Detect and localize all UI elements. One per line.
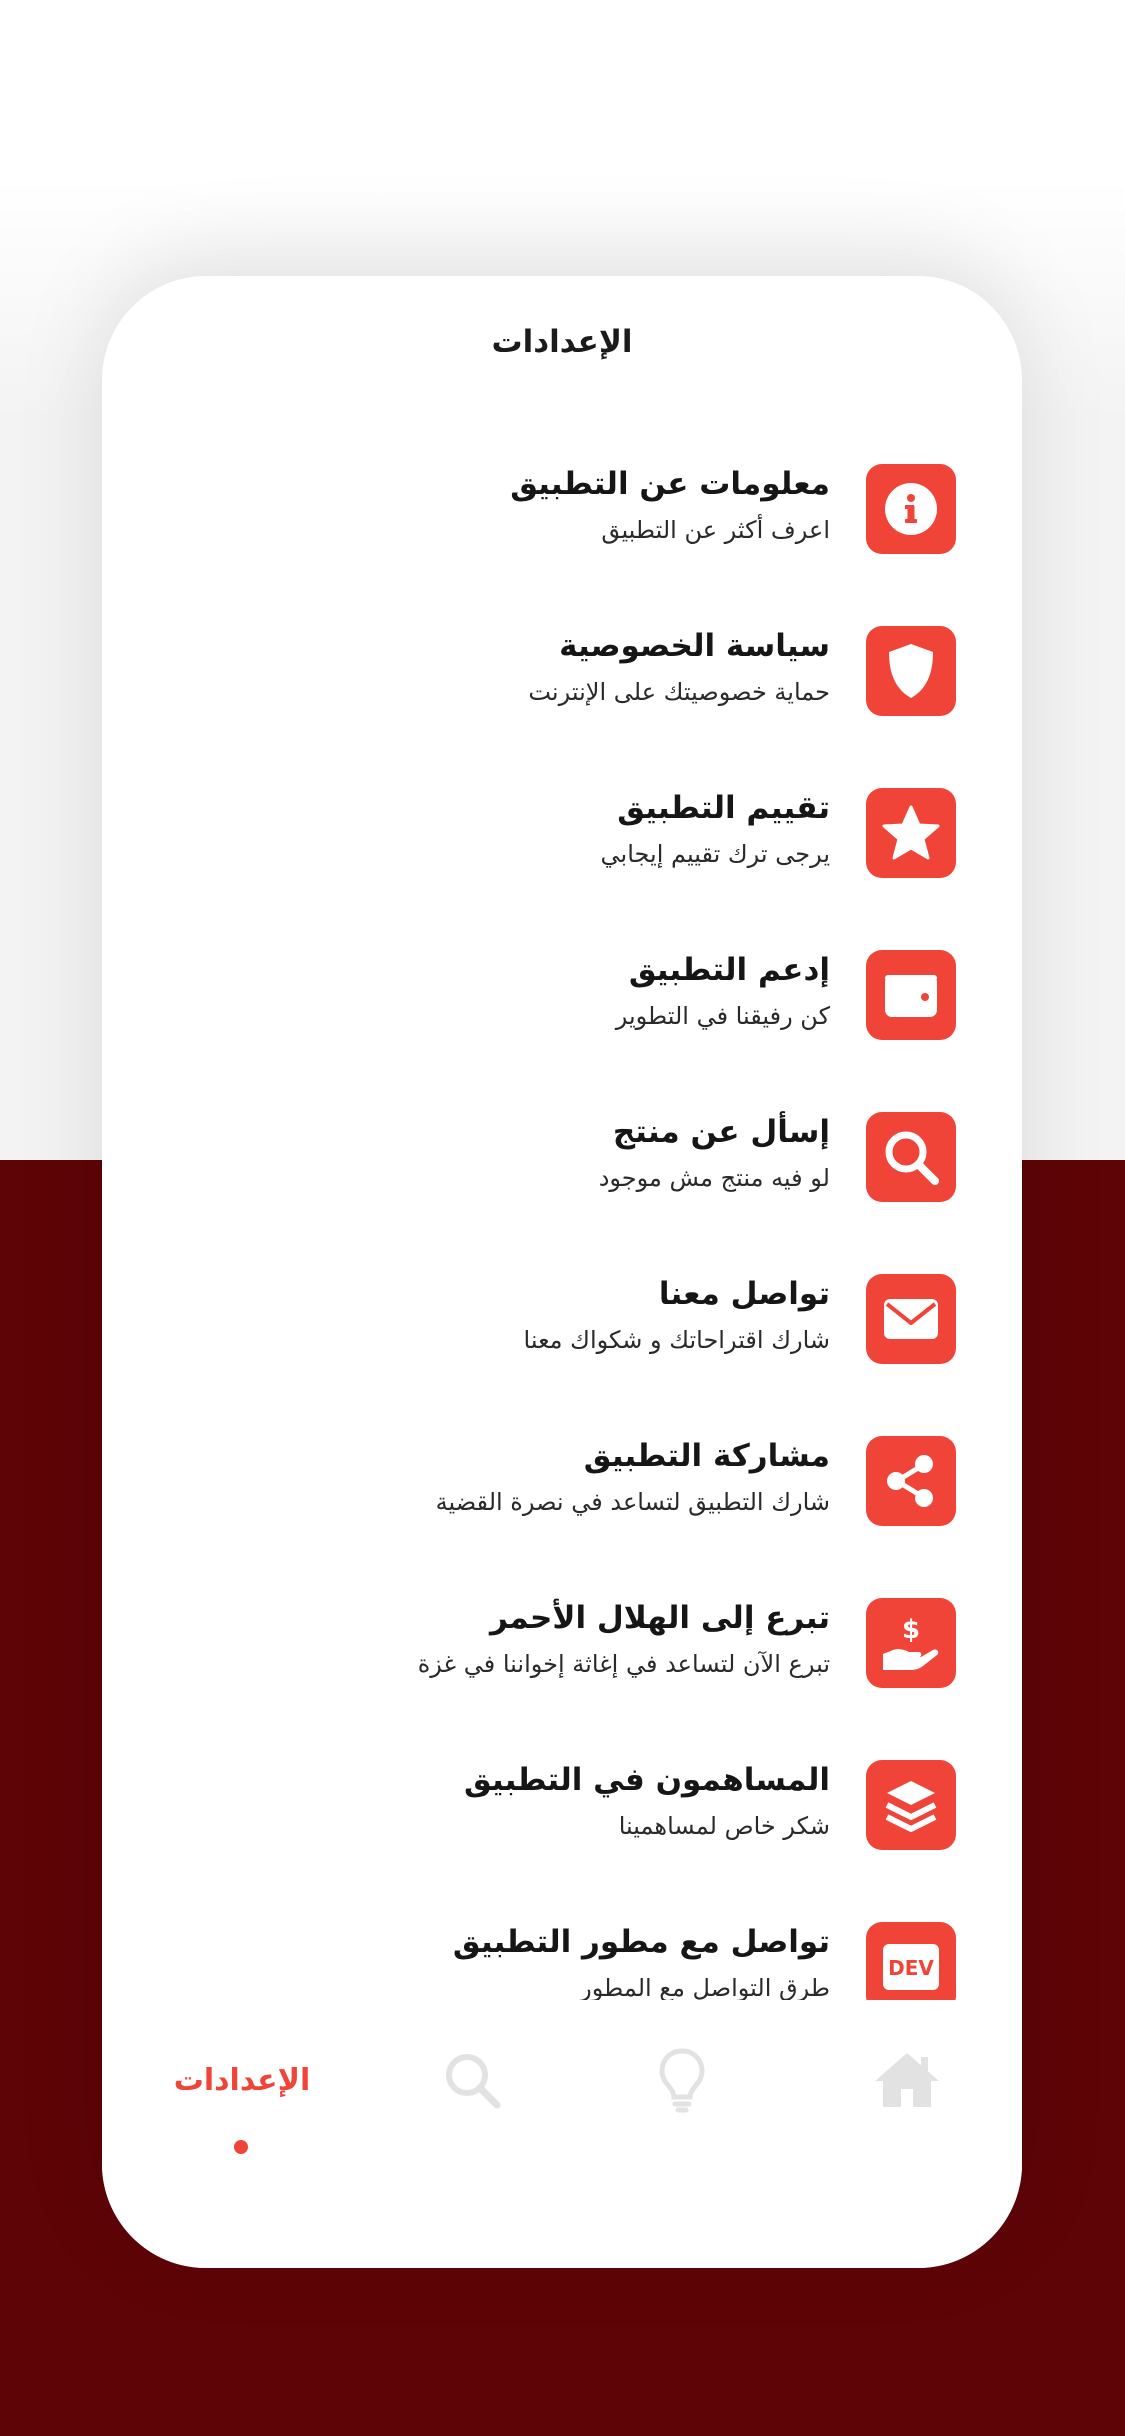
info-icon <box>866 464 956 554</box>
svg-text:$: $ <box>902 1615 920 1645</box>
settings-item-share[interactable]: مشاركة التطبيق شارك التطبيق لتساعد في نص… <box>102 1436 1022 1596</box>
settings-item-subtitle: لو فيه منتج مش موجود <box>598 1164 830 1192</box>
settings-item-subtitle: كن رفيقنا في التطوير <box>615 1002 830 1030</box>
settings-item-privacy[interactable]: سياسة الخصوصية حماية خصوصيتك على الإنترن… <box>102 626 1022 786</box>
share-icon <box>866 1436 956 1526</box>
tab-settings[interactable]: الإعدادات <box>172 2000 312 2160</box>
settings-item-title: المساهمون في التطبيق <box>463 1762 830 1798</box>
settings-item-ask-product[interactable]: إسأل عن منتج لو فيه منتج مش موجود <box>102 1112 1022 1272</box>
settings-item-rate[interactable]: تقييم التطبيق يرجى ترك تقييم إيجابي <box>102 788 1022 948</box>
settings-item-subtitle: شكر خاص لمساهمينا <box>618 1812 830 1840</box>
shield-icon <box>866 626 956 716</box>
active-tab-indicator <box>234 2140 248 2154</box>
settings-item-support[interactable]: إدعم التطبيق كن رفيقنا في التطوير <box>102 950 1022 1110</box>
home-icon <box>875 2053 939 2107</box>
star-icon <box>866 788 956 878</box>
settings-item-developer[interactable]: DEV تواصل مع مطور التطبيق طرق التواصل مع… <box>102 1922 1022 2000</box>
dev-badge-text: DEV <box>888 1956 934 1980</box>
settings-item-subtitle: شارك التطبيق لتساعد في نصرة القضية <box>435 1488 830 1516</box>
settings-item-subtitle: اعرف أكثر عن التطبيق <box>601 516 830 544</box>
page-title: الإعدادات <box>491 324 633 360</box>
settings-item-title: إدعم التطبيق <box>628 952 830 988</box>
settings-item-subtitle: طرق التواصل مع المطور <box>580 1974 830 2000</box>
settings-item-subtitle: حماية خصوصيتك على الإنترنت <box>528 678 830 706</box>
settings-item-title: سياسة الخصوصية <box>559 628 830 664</box>
tab-ideas[interactable] <box>632 2000 732 2160</box>
settings-item-subtitle: تبرع الآن لتساعد في إغاثة إخواننا في غزة <box>417 1650 830 1678</box>
donate-hand-icon: $ <box>866 1598 956 1688</box>
settings-item-contact[interactable]: تواصل معنا شارك اقتراحاتك و شكواك معنا <box>102 1274 1022 1434</box>
search-icon <box>866 1112 956 1202</box>
settings-item-contributors[interactable]: المساهمون في التطبيق شكر خاص لمساهمينا <box>102 1760 1022 1920</box>
phone-screen: الإعدادات معلومات عن التطبيق اعرف أكثر ع… <box>102 276 1022 2268</box>
settings-item-title: تواصل معنا <box>658 1276 830 1312</box>
settings-item-title: مشاركة التطبيق <box>583 1438 830 1474</box>
envelope-icon <box>866 1274 956 1364</box>
layers-icon <box>866 1760 956 1850</box>
tab-settings-label: الإعدادات <box>173 2062 311 2098</box>
bottom-tab-bar: الإعدادات <box>102 2000 1022 2268</box>
settings-item-title: تبرع إلى الهلال الأحمر <box>489 1600 830 1636</box>
dev-badge-icon: DEV <box>866 1922 956 2000</box>
settings-item-title: تواصل مع مطور التطبيق <box>452 1924 830 1960</box>
settings-list[interactable]: الإعدادات معلومات عن التطبيق اعرف أكثر ع… <box>102 276 1022 2000</box>
wallet-icon <box>866 950 956 1040</box>
tab-search[interactable] <box>422 2000 522 2160</box>
settings-item-title: تقييم التطبيق <box>617 790 830 826</box>
settings-item-subtitle: يرجى ترك تقييم إيجابي <box>600 840 830 868</box>
settings-item-subtitle: شارك اقتراحاتك و شكواك معنا <box>523 1326 830 1354</box>
settings-item-about[interactable]: معلومات عن التطبيق اعرف أكثر عن التطبيق <box>102 464 1022 624</box>
settings-item-title: معلومات عن التطبيق <box>510 466 830 502</box>
lightbulb-icon <box>659 2048 705 2113</box>
settings-item-donate[interactable]: $ تبرع إلى الهلال الأحمر تبرع الآن لتساع… <box>102 1598 1022 1758</box>
search-icon <box>446 2054 501 2109</box>
settings-item-title: إسأل عن منتج <box>612 1114 830 1150</box>
tab-home[interactable] <box>852 2000 962 2160</box>
